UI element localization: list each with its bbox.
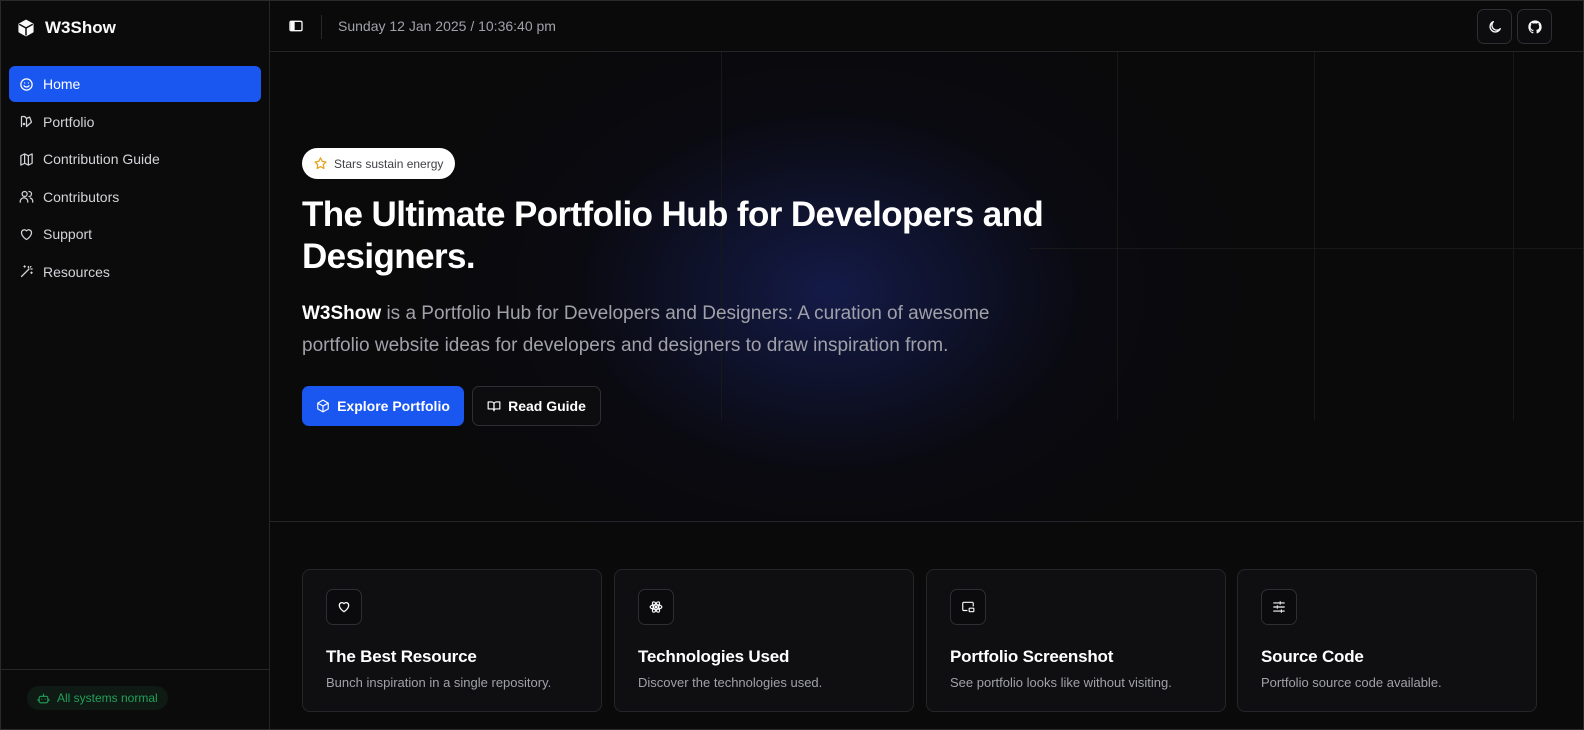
screenshot-icon — [962, 601, 975, 613]
brand[interactable]: W3Show — [17, 18, 116, 38]
sidebar-toggle-icon — [289, 20, 303, 32]
hero-section: Stars sustain energy The Ultimate Portfo… — [270, 52, 1583, 522]
sidebar-item-label: Home — [43, 76, 81, 92]
sidebar-item-contributors[interactable]: Contributors — [9, 179, 261, 215]
theme-toggle-button[interactable] — [1477, 9, 1512, 44]
feature-card: Source Code Portfolio source code availa… — [1237, 569, 1537, 712]
stars-badge[interactable]: Stars sustain energy — [302, 148, 456, 179]
read-guide-button[interactable]: Read Guide — [472, 386, 601, 426]
sidebar-footer: All systems normal — [1, 669, 269, 729]
top-divider — [321, 15, 322, 39]
moon-icon — [1488, 20, 1501, 33]
heart-icon — [20, 228, 33, 240]
status-text: All systems normal — [57, 691, 158, 705]
sidebar-toggle-button[interactable] — [286, 16, 306, 36]
feature-card: The Best Resource Bunch inspiration in a… — [302, 569, 602, 712]
badge-text: Stars sustain energy — [334, 156, 444, 171]
sidebar-item-portfolio[interactable]: Portfolio — [9, 104, 261, 140]
smile-icon — [20, 77, 33, 91]
grid-line — [1117, 52, 1118, 420]
system-status-badge[interactable]: All systems normal — [27, 686, 168, 710]
sidebar-item-contribution-guide[interactable]: Contribution Guide — [9, 141, 261, 177]
atom-icon — [649, 601, 663, 613]
grid-line — [1314, 52, 1315, 420]
features-section: The Best Resource Bunch inspiration in a… — [270, 522, 1583, 729]
feature-title: Technologies Used — [638, 647, 790, 666]
hero-description: W3Show is a Portfolio Hub for Developers… — [302, 298, 1062, 362]
feature-title: The Best Resource — [326, 647, 477, 666]
grid-line — [1030, 248, 1583, 249]
button-label: Read Guide — [508, 398, 586, 414]
sidebar-item-support[interactable]: Support — [9, 216, 261, 252]
sidebar-item-label: Contributors — [43, 188, 120, 205]
sidebar-nav: Home Portfolio Contribution Guide Contri… — [9, 66, 261, 291]
sidebar-item-label: Contribution Guide — [43, 151, 160, 167]
feature-title: Portfolio Screenshot — [950, 647, 1114, 666]
sidebar-item-home[interactable]: Home — [9, 66, 261, 102]
current-datetime: Sunday 12 Jan 2025 / 10:36:40 pm — [338, 18, 556, 34]
heart-icon — [338, 602, 350, 613]
brand-name: W3Show — [45, 18, 116, 37]
feature-icon-box — [1261, 589, 1297, 625]
bot-icon — [37, 693, 50, 703]
feature-description: Discover the technologies used. — [638, 675, 823, 690]
map-icon — [20, 152, 33, 166]
feature-title: Source Code — [1261, 647, 1364, 666]
top-bar: Sunday 12 Jan 2025 / 10:36:40 pm — [270, 1, 1583, 52]
wand-icon — [20, 265, 33, 278]
sliders-icon — [1273, 601, 1285, 613]
users-icon — [19, 190, 34, 203]
explore-portfolio-button[interactable]: Explore Portfolio — [302, 386, 464, 426]
hero-title: The Ultimate Portfolio Hub for Developer… — [302, 195, 1044, 276]
sidebar-item-label: Portfolio — [43, 113, 95, 130]
feature-icon-box — [950, 589, 986, 625]
cube-icon — [317, 399, 329, 413]
hero-description-text: is a Portfolio Hub for Developers and De… — [302, 303, 990, 356]
sidebar-item-label: Resources — [43, 263, 110, 280]
feature-card: Portfolio Screenshot See portfolio looks… — [926, 569, 1226, 712]
grid-line — [1513, 52, 1514, 420]
feature-description: Portfolio source code available. — [1261, 675, 1442, 690]
github-icon — [1527, 19, 1542, 33]
github-button[interactable] — [1517, 9, 1552, 44]
box-logo-icon — [18, 19, 34, 37]
feature-card: Technologies Used Discover the technolog… — [614, 569, 914, 712]
book-open-icon — [487, 401, 501, 412]
hero-brand-name: W3Show — [302, 303, 382, 324]
app-window: W3Show Home Portfolio Contribution Guide… — [0, 0, 1584, 730]
sidebar-item-resources[interactable]: Resources — [9, 254, 261, 290]
button-label: Explore Portfolio — [337, 398, 450, 414]
feature-description: See portfolio looks like without visitin… — [950, 675, 1172, 690]
sidebar-item-label: Support — [43, 226, 93, 242]
star-icon — [314, 157, 327, 170]
feature-description: Bunch inspiration in a single repository… — [326, 675, 552, 690]
sidebar: W3Show Home Portfolio Contribution Guide… — [1, 1, 270, 729]
feature-icon-box — [326, 589, 362, 625]
palette-icon — [20, 115, 33, 128]
feature-icon-box — [638, 589, 674, 625]
